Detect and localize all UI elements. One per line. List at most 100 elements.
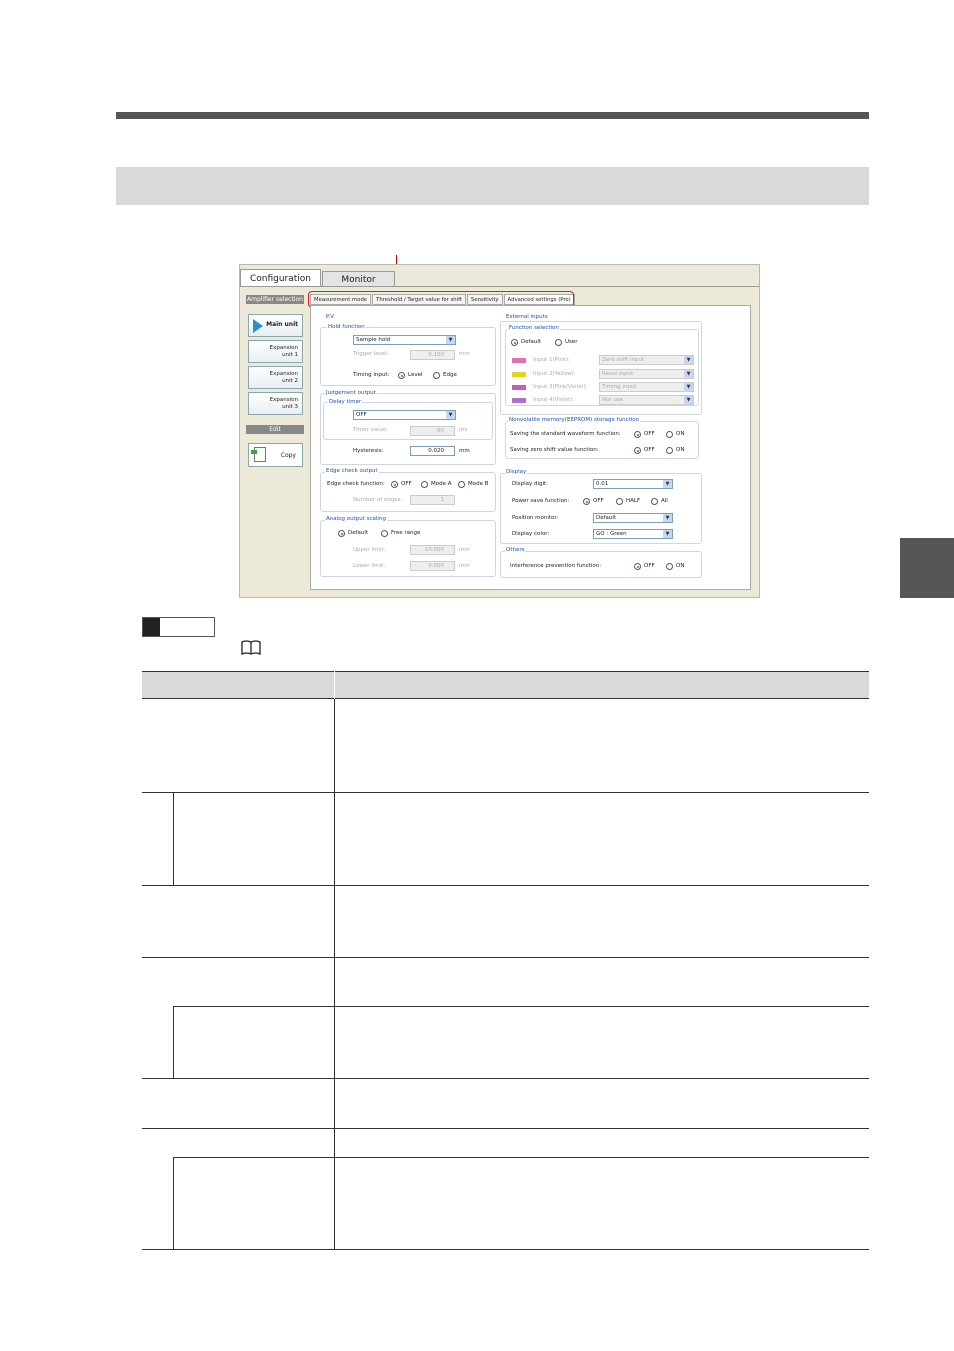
saving-waveform-off-label: OFF bbox=[644, 431, 655, 437]
table-indent-divider bbox=[173, 1157, 174, 1250]
main-unit-button[interactable]: Main unit bbox=[248, 314, 303, 337]
analog-free-range-radio[interactable] bbox=[381, 530, 388, 537]
table-indent-divider bbox=[173, 1006, 174, 1079]
timing-edge-label: Edge bbox=[443, 372, 457, 378]
lower-limit-value: 0.000 bbox=[428, 563, 444, 569]
saving-zero-shift-label: Saving zero shift value function: bbox=[510, 447, 599, 453]
delay-timer-select[interactable]: OFF ▼ bbox=[353, 410, 456, 420]
position-monitor-select[interactable]: Default ▼ bbox=[593, 513, 673, 523]
main-unit-label: Main unit bbox=[266, 321, 298, 329]
chevron-down-icon: ▼ bbox=[684, 396, 693, 404]
display-color-label: Display color: bbox=[512, 531, 550, 537]
chevron-down-icon: ▼ bbox=[684, 370, 693, 378]
others-title: Others bbox=[505, 547, 526, 553]
edge-check-mode-a-radio[interactable] bbox=[421, 481, 428, 488]
power-save-all-radio[interactable] bbox=[651, 498, 658, 505]
edge-check-off-label: OFF bbox=[401, 481, 412, 487]
input-3-select[interactable]: Timing input ▼ bbox=[599, 382, 694, 392]
interference-off-radio[interactable] bbox=[634, 563, 641, 570]
edge-check-function-label: Edge check function: bbox=[327, 481, 385, 487]
table-row-line bbox=[142, 792, 174, 793]
edge-check-mode-b-radio[interactable] bbox=[458, 481, 465, 488]
timing-level-radio[interactable] bbox=[398, 372, 405, 379]
hold-function-title: Hold function bbox=[327, 324, 366, 330]
timing-edge-radio[interactable] bbox=[433, 372, 440, 379]
interference-on-radio[interactable] bbox=[666, 563, 673, 570]
display-color-select[interactable]: GO : Green ▼ bbox=[593, 529, 673, 539]
saving-zero-shift-on-radio[interactable] bbox=[666, 447, 673, 454]
note-marker-fill bbox=[143, 618, 160, 636]
table-row-line bbox=[174, 792, 869, 793]
chevron-down-icon: ▼ bbox=[446, 336, 455, 344]
tab-strip-line bbox=[240, 286, 759, 287]
timer-value-input[interactable]: 60 bbox=[410, 426, 455, 436]
input-2-color-swatch bbox=[512, 372, 526, 377]
lower-limit-unit: mm bbox=[459, 563, 470, 569]
position-monitor-value: Default bbox=[596, 515, 617, 521]
expansion-unit-1-label: Expansion unit 1 bbox=[269, 345, 298, 358]
table-column-divider bbox=[334, 699, 335, 1250]
trigger-level-unit: mm bbox=[459, 351, 470, 357]
hysteresis-unit: mm bbox=[459, 448, 470, 454]
expansion-unit-2-label: Expansion unit 2 bbox=[269, 371, 298, 384]
interference-off-label: OFF bbox=[644, 563, 655, 569]
play-icon bbox=[253, 319, 263, 333]
table-row-line bbox=[142, 885, 869, 886]
input-2-value: Reset input bbox=[602, 371, 634, 377]
judgement-output-title: Judgement output bbox=[325, 390, 377, 396]
copy-button[interactable]: Copy bbox=[248, 443, 303, 467]
inputs-default-radio[interactable] bbox=[511, 339, 518, 346]
saving-waveform-on-radio[interactable] bbox=[666, 431, 673, 438]
delay-timer-title: Delay timer bbox=[328, 399, 363, 405]
input-3-color-swatch bbox=[512, 385, 526, 390]
timer-value: 60 bbox=[437, 428, 444, 434]
saving-zero-shift-off-radio[interactable] bbox=[634, 447, 641, 454]
analog-default-radio[interactable] bbox=[338, 530, 345, 537]
upper-limit-unit: mm bbox=[459, 547, 470, 553]
input-4-label: Input 4(Violet): bbox=[533, 397, 575, 403]
edge-check-off-radio[interactable] bbox=[391, 481, 398, 488]
chevron-down-icon: ▼ bbox=[446, 411, 455, 419]
power-save-all-label: All bbox=[661, 498, 668, 504]
table-header-divider bbox=[334, 671, 335, 699]
trigger-level-value: 0.100 bbox=[428, 352, 444, 358]
delay-timer-group bbox=[323, 402, 493, 440]
expansion-unit-3-button[interactable]: Expansion unit 3 bbox=[248, 392, 303, 415]
interference-on-label: ON bbox=[676, 563, 685, 569]
copy-icon bbox=[251, 447, 266, 462]
display-digit-select[interactable]: 0.01 ▼ bbox=[593, 479, 673, 489]
input-4-select[interactable]: Not use ▼ bbox=[599, 395, 694, 405]
trigger-level-input[interactable]: 0.100 bbox=[410, 350, 455, 360]
tab-configuration[interactable]: Configuration bbox=[240, 269, 321, 287]
inputs-user-radio[interactable] bbox=[555, 339, 562, 346]
configuration-screenshot: Configuration Monitor Amplifier selectio… bbox=[239, 264, 760, 598]
expansion-unit-2-button[interactable]: Expansion unit 2 bbox=[248, 366, 303, 389]
saving-waveform-off-radio[interactable] bbox=[634, 431, 641, 438]
tab-monitor[interactable]: Monitor bbox=[322, 271, 395, 287]
timer-value-label: Timer value: bbox=[353, 427, 388, 433]
input-2-select[interactable]: Reset input ▼ bbox=[599, 369, 694, 379]
copy-label: Copy bbox=[280, 451, 296, 459]
display-title: Display bbox=[505, 469, 528, 475]
analog-free-range-label: Free range bbox=[391, 530, 421, 536]
table-bottom-line bbox=[142, 1249, 869, 1250]
table-row-line bbox=[142, 1128, 869, 1129]
power-save-half-radio[interactable] bbox=[616, 498, 623, 505]
inputs-default-label: Default bbox=[521, 339, 542, 345]
expansion-unit-1-button[interactable]: Expansion unit 1 bbox=[248, 340, 303, 363]
hysteresis-input[interactable]: 0.020 bbox=[410, 446, 455, 456]
upper-limit-input[interactable]: 10.000 bbox=[410, 545, 455, 555]
delay-timer-value: OFF bbox=[356, 412, 367, 418]
input-1-select[interactable]: Zero shift input ▼ bbox=[599, 355, 694, 365]
chevron-down-icon: ▼ bbox=[684, 356, 693, 364]
hold-mode-select[interactable]: Sample hold ▼ bbox=[353, 335, 456, 345]
analog-scaling-title: Analog output scaling bbox=[325, 516, 387, 522]
note-marker bbox=[142, 617, 215, 637]
lower-limit-input[interactable]: 0.000 bbox=[410, 561, 455, 571]
edges-input[interactable]: 1 bbox=[410, 495, 455, 505]
input-2-label: Input 2(Yellow): bbox=[533, 371, 576, 377]
input-1-label: Input 1(Pink): bbox=[533, 357, 571, 363]
inputs-user-label: User bbox=[565, 339, 578, 345]
display-color-value: GO : Green bbox=[596, 531, 627, 537]
power-save-off-radio[interactable] bbox=[583, 498, 590, 505]
